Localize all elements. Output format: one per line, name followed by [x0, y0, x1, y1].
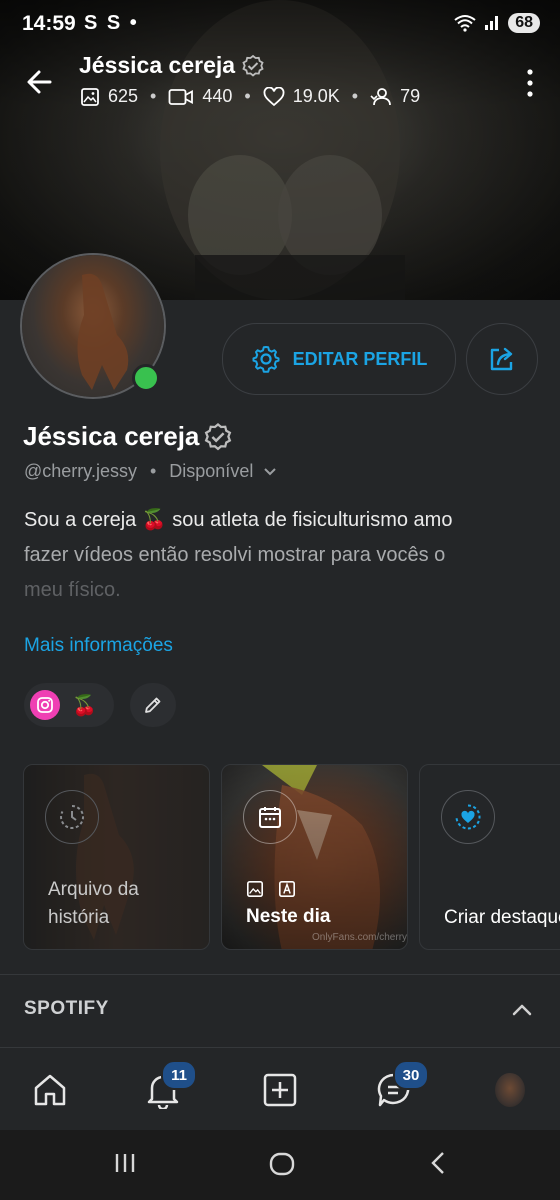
story-archive-circle [45, 790, 99, 844]
verified-icon [205, 422, 232, 450]
header-title: Jéssica cereja [79, 52, 265, 79]
on-this-day-circle [243, 790, 297, 844]
signal-icon [485, 16, 499, 30]
header-name: Jéssica cereja [79, 52, 236, 78]
heart-plus-icon [455, 804, 481, 830]
instagram-link[interactable]: 🍒 [24, 683, 114, 727]
profile-handle: @cherry.jessy [24, 461, 137, 481]
gear-icon [252, 346, 280, 373]
instagram-icon [30, 690, 60, 720]
notifications-badge: 11 [161, 1060, 197, 1090]
profile-avatar-icon [495, 1073, 525, 1107]
stat-fans: 79 [370, 86, 420, 107]
calendar-icon [259, 807, 281, 828]
availability-dropdown[interactable]: Disponível [169, 461, 277, 482]
divider [0, 974, 560, 975]
story-archive-title: Arquivo da história [48, 876, 139, 932]
profile-bio: Sou a cereja 🍒 sou atleta de fisiculturi… [24, 503, 544, 608]
spotify-section-header[interactable]: SPOTIFY [24, 998, 109, 1020]
heart-icon [263, 86, 285, 106]
status-bar: 14:59 S S • 68 [0, 0, 560, 48]
battery-indicator: 68 [508, 13, 540, 33]
social-emoji: 🍒 [72, 694, 97, 717]
image-icon [246, 880, 264, 898]
highlight-create[interactable]: Criar destaque [419, 764, 560, 950]
stat-likes: 19.0K [263, 86, 340, 107]
edit-profile-label: EDITAR PERFIL [292, 348, 428, 369]
header-stats: 625 • 440 • 19.0K • 79 [80, 86, 420, 107]
stat-photos: 625 [80, 86, 138, 107]
nav-home[interactable] [30, 1070, 70, 1110]
more-info-link[interactable]: Mais informações [24, 635, 173, 657]
stat-likes-count: 19.0K [292, 86, 340, 106]
profile-name: Jéssica cereja [23, 421, 233, 452]
chevron-down-icon [264, 467, 277, 475]
edit-social-button[interactable] [130, 683, 176, 727]
profile-name-text: Jéssica cereja [23, 421, 200, 451]
bio-line-1: Sou a cereja 🍒 sou atleta de fisiculturi… [24, 509, 453, 531]
bio-line-3: meu físico. [24, 579, 121, 601]
image-icon [81, 87, 99, 106]
verified-icon [242, 54, 264, 77]
highlight-story-archive[interactable]: Arquivo da história [23, 764, 210, 950]
story-archive-title-line2: história [48, 907, 110, 928]
share-button[interactable] [466, 323, 538, 395]
stat-photos-count: 625 [108, 86, 139, 106]
messages-badge: 30 [393, 1060, 429, 1090]
nav-profile[interactable] [490, 1070, 530, 1110]
status-right-icons: 68 [454, 13, 540, 33]
online-status-dot [132, 364, 160, 392]
stat-videos: 440 [168, 86, 232, 107]
home-circle-icon[interactable] [268, 1150, 296, 1178]
create-highlight-title: Criar destaque [444, 907, 560, 928]
on-this-day-type-icons [246, 880, 296, 898]
text-icon [278, 880, 296, 898]
stat-videos-count: 440 [202, 86, 233, 106]
bottom-navigation: 11 30 [0, 1048, 560, 1130]
fans-icon [370, 87, 391, 105]
nav-messages[interactable]: 30 [375, 1060, 429, 1110]
story-archive-title-line1: Arquivo da [48, 879, 139, 900]
back-icon[interactable] [426, 1150, 452, 1176]
status-time: 14:59 [22, 12, 76, 35]
add-square-icon [263, 1073, 297, 1107]
more-vertical-icon[interactable] [522, 66, 538, 100]
highlight-on-this-day[interactable]: Neste dia OnlyFans.com/cherry.jessy [221, 764, 408, 950]
system-navigation-bar [0, 1130, 560, 1200]
share-icon [490, 347, 513, 371]
availability-label: Disponível [169, 461, 254, 481]
recent-apps-icon[interactable] [112, 1150, 138, 1176]
history-clock-icon [60, 805, 84, 829]
status-notification-icons: S S • [84, 12, 139, 34]
pencil-icon [145, 697, 161, 713]
watermark: OnlyFans.com/cherry.jessy [312, 932, 407, 943]
stat-fans-count: 79 [400, 86, 421, 106]
chevron-up-icon[interactable] [510, 998, 534, 1022]
video-camera-icon [168, 88, 194, 105]
wifi-icon [454, 15, 476, 32]
on-this-day-title: Neste dia [246, 906, 331, 927]
profile-header: Jéssica cereja 625 • 440 • 19.0K • 79 [0, 48, 560, 118]
edit-profile-button[interactable]: EDITAR PERFIL [222, 323, 456, 395]
nav-notifications[interactable]: 11 [143, 1060, 197, 1110]
bio-line-2: fazer vídeos então resolvi mostrar para … [24, 544, 446, 566]
back-arrow-icon[interactable] [20, 62, 60, 102]
handle-row: @cherry.jessy • Disponível [24, 461, 277, 482]
home-icon [34, 1074, 66, 1106]
create-highlight-circle [441, 790, 495, 844]
nav-add-post[interactable] [260, 1070, 300, 1110]
